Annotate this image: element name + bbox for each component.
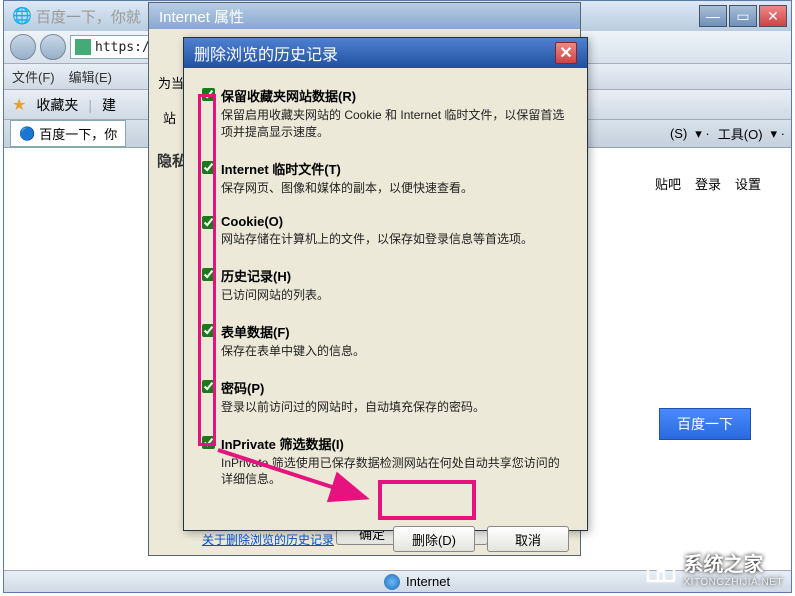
link-settings[interactable]: 设置 — [735, 174, 761, 193]
favorites-star-icon[interactable]: ★ — [12, 95, 26, 115]
check-label: 历史记录(H) — [221, 266, 569, 285]
watermark-subtext: XITONGZHIJIA.NET — [684, 577, 784, 588]
watermark-text: 系统之家 — [684, 554, 764, 576]
separator: ▾ · — [695, 126, 709, 142]
cancel-button[interactable]: 取消 — [487, 526, 569, 552]
sidebar-tab: 站 — [163, 108, 176, 127]
check-description: 登录以前访问过的网站时，自动填充保存的密码。 — [221, 399, 569, 416]
checkbox-3[interactable] — [202, 268, 215, 281]
checkbox-5[interactable] — [202, 380, 215, 393]
check-description: 网站存储在计算机上的文件，以保存如登录信息等首选项。 — [221, 231, 569, 248]
check-label: 密码(P) — [221, 378, 569, 397]
dialog-footer: 关于删除浏览的历史记录 删除(D) 取消 — [184, 518, 587, 552]
tab-favicon: 🔵 — [19, 126, 35, 142]
back-button[interactable] — [10, 34, 36, 60]
menu-file[interactable]: 文件(F) — [12, 67, 55, 86]
link-tieba[interactable]: 贴吧 — [655, 174, 681, 193]
menu-edit[interactable]: 编辑(E) — [69, 67, 112, 86]
forward-button[interactable] — [40, 34, 66, 60]
checkbox-6[interactable] — [202, 436, 215, 449]
check-description: 保存在表单中键入的信息。 — [221, 343, 569, 360]
check-label: InPrivate 筛选数据(I) — [221, 434, 569, 453]
watermark-icon — [644, 553, 678, 583]
check-item-3: 历史记录(H) 已访问网站的列表。 — [202, 266, 569, 304]
props-titlebar: Internet 属性 — [149, 3, 580, 29]
checkbox-1[interactable] — [202, 161, 215, 174]
check-item-2: Cookie(O) 网站存储在计算机上的文件，以保存如登录信息等首选项。 — [202, 214, 569, 248]
check-item-4: 表单数据(F) 保存在表单中键入的信息。 — [202, 322, 569, 360]
checkbox-0[interactable] — [202, 88, 215, 101]
maximize-button[interactable]: ▭ — [729, 5, 757, 27]
check-item-5: 密码(P) 登录以前访问过的网站时，自动填充保存的密码。 — [202, 378, 569, 416]
watermark: 系统之家 XITONGZHIJIA.NET — [644, 548, 784, 588]
tools-menu[interactable]: 工具(O) — [718, 124, 763, 143]
check-description: 已访问网站的列表。 — [221, 287, 569, 304]
check-item-0: 保留收藏夹网站数据(R) 保留启用收藏夹网站的 Cookie 和 Internet… — [202, 86, 569, 141]
dialog-close-button[interactable]: ✕ — [555, 42, 577, 64]
check-item-1: Internet 临时文件(T) 保存网页、图像和媒体的副本，以便快速查看。 — [202, 159, 569, 197]
check-label: 表单数据(F) — [221, 322, 569, 341]
tab-label: 百度一下，你 — [39, 124, 117, 143]
active-tab[interactable]: 🔵 百度一下，你 — [10, 120, 126, 147]
check-description: 保留启用收藏夹网站的 Cookie 和 Internet 临时文件，以保留首选项… — [221, 107, 569, 141]
delete-button[interactable]: 删除(D) — [393, 526, 475, 552]
page-menu[interactable]: (S) — [670, 126, 687, 141]
close-button[interactable]: ✕ — [759, 5, 787, 27]
separator: | — [88, 97, 92, 113]
checkbox-2[interactable] — [202, 216, 215, 229]
minimize-button[interactable]: — — [699, 5, 727, 27]
checkbox-4[interactable] — [202, 324, 215, 337]
dialog-title-text: 删除浏览的历史记录 — [194, 41, 338, 65]
suggested-sites[interactable]: 建 — [102, 95, 116, 115]
check-label: 保留收藏夹网站数据(R) — [221, 86, 569, 105]
dialog-titlebar: 删除浏览的历史记录 ✕ — [184, 38, 587, 68]
search-button[interactable]: 百度一下 — [659, 408, 751, 440]
favorites-label[interactable]: 收藏夹 — [36, 95, 78, 115]
internet-zone-icon — [384, 574, 400, 590]
dialog-body: 保留收藏夹网站数据(R) 保留启用收藏夹网站的 Cookie 和 Internet… — [184, 68, 587, 518]
help-link[interactable]: 关于删除浏览的历史记录 — [202, 531, 334, 548]
check-label: Internet 临时文件(T) — [221, 159, 569, 178]
ie-icon: 🌐 — [12, 6, 32, 26]
check-item-6: InPrivate 筛选数据(I) InPrivate 筛选使用已保存数据检测网站… — [202, 434, 569, 489]
check-description: 保存网页、图像和媒体的副本，以便快速查看。 — [221, 180, 569, 197]
link-login[interactable]: 登录 — [695, 174, 721, 193]
check-label: Cookie(O) — [221, 214, 569, 229]
check-description: InPrivate 筛选使用已保存数据检测网站在何处自动共享您访问的详细信息。 — [221, 455, 569, 489]
status-text: Internet — [406, 574, 450, 589]
separator: ▾ · — [771, 126, 785, 142]
delete-history-dialog: 删除浏览的历史记录 ✕ 保留收藏夹网站数据(R) 保留启用收藏夹网站的 Cooki… — [183, 37, 588, 531]
site-icon — [75, 39, 91, 55]
